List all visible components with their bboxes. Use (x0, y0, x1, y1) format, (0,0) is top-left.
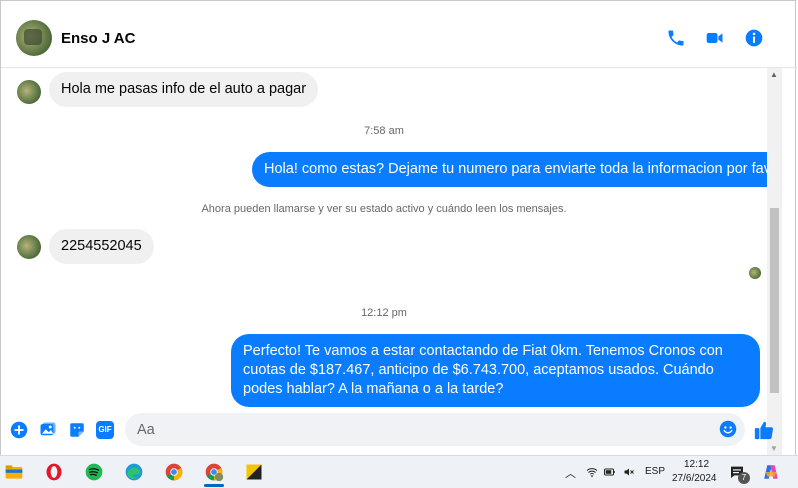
outgoing-message[interactable]: Perfecto! Te vamos a estar contactando d… (231, 334, 760, 407)
messenger-window: Enso J AC Hola me pasas info de el auto … (0, 0, 797, 455)
contact-avatar-small (17, 80, 41, 104)
chrome-profile-icon[interactable] (204, 462, 224, 482)
conversation-header: Enso J AC (1, 1, 797, 68)
spotify-icon[interactable] (84, 462, 104, 482)
message-input[interactable]: Aa (125, 413, 745, 446)
plus-icon[interactable] (10, 421, 28, 439)
message-input-placeholder: Aa (137, 422, 155, 438)
message-list[interactable]: Hola me pasas info de el auto a pagar 7:… (1, 68, 767, 410)
video-call-icon[interactable] (705, 28, 725, 48)
taskbar: ︿ ESP 12:12 27/6/2024 7 (0, 455, 798, 488)
chrome-icon[interactable] (164, 462, 184, 482)
phone-call-icon[interactable] (666, 28, 686, 48)
contact-avatar-small (17, 235, 41, 259)
photo-icon[interactable] (39, 421, 57, 439)
speaker-muted-icon[interactable] (622, 466, 636, 478)
edge-icon[interactable] (124, 462, 144, 482)
opera-icon[interactable] (44, 462, 64, 482)
file-explorer-icon[interactable] (4, 462, 24, 482)
emoji-icon[interactable] (719, 420, 737, 438)
wifi-icon[interactable] (586, 466, 598, 478)
thumbs-up-icon[interactable] (753, 419, 775, 441)
contact-name[interactable]: Enso J AC (61, 30, 135, 47)
scroll-up-arrow-icon[interactable]: ▲ (770, 70, 778, 79)
clock-time[interactable]: 12:12 (684, 459, 709, 470)
sticker-icon[interactable] (68, 421, 86, 439)
copilot-icon[interactable] (762, 463, 780, 481)
info-icon[interactable] (744, 28, 764, 48)
scrollbar[interactable]: ▲ ▼ (767, 68, 782, 455)
timestamp: 7:58 am (364, 125, 404, 137)
seen-indicator-avatar (749, 267, 761, 279)
tray-chevron-icon[interactable]: ︿ (565, 465, 576, 481)
incoming-message[interactable]: Hola me pasas info de el auto a pagar (49, 72, 319, 107)
message-composer: GIF Aa (1, 410, 782, 450)
notification-count-badge: 7 (738, 472, 750, 484)
incoming-message[interactable]: 2254552045 (49, 229, 154, 264)
outgoing-message[interactable]: Hola! como estas? Dejame tu numero para … (252, 152, 767, 187)
battery-icon[interactable] (603, 466, 616, 478)
contact-avatar[interactable] (16, 20, 52, 56)
scroll-thumb[interactable] (770, 208, 779, 393)
language-indicator[interactable]: ESP (645, 466, 665, 477)
timestamp: 12:12 pm (361, 307, 407, 319)
system-notice: Ahora pueden llamarse y ver su estado ac… (201, 203, 567, 215)
clock-date[interactable]: 27/6/2024 (672, 473, 717, 484)
sticky-app-icon[interactable] (244, 462, 264, 482)
gif-button[interactable]: GIF (96, 421, 114, 439)
